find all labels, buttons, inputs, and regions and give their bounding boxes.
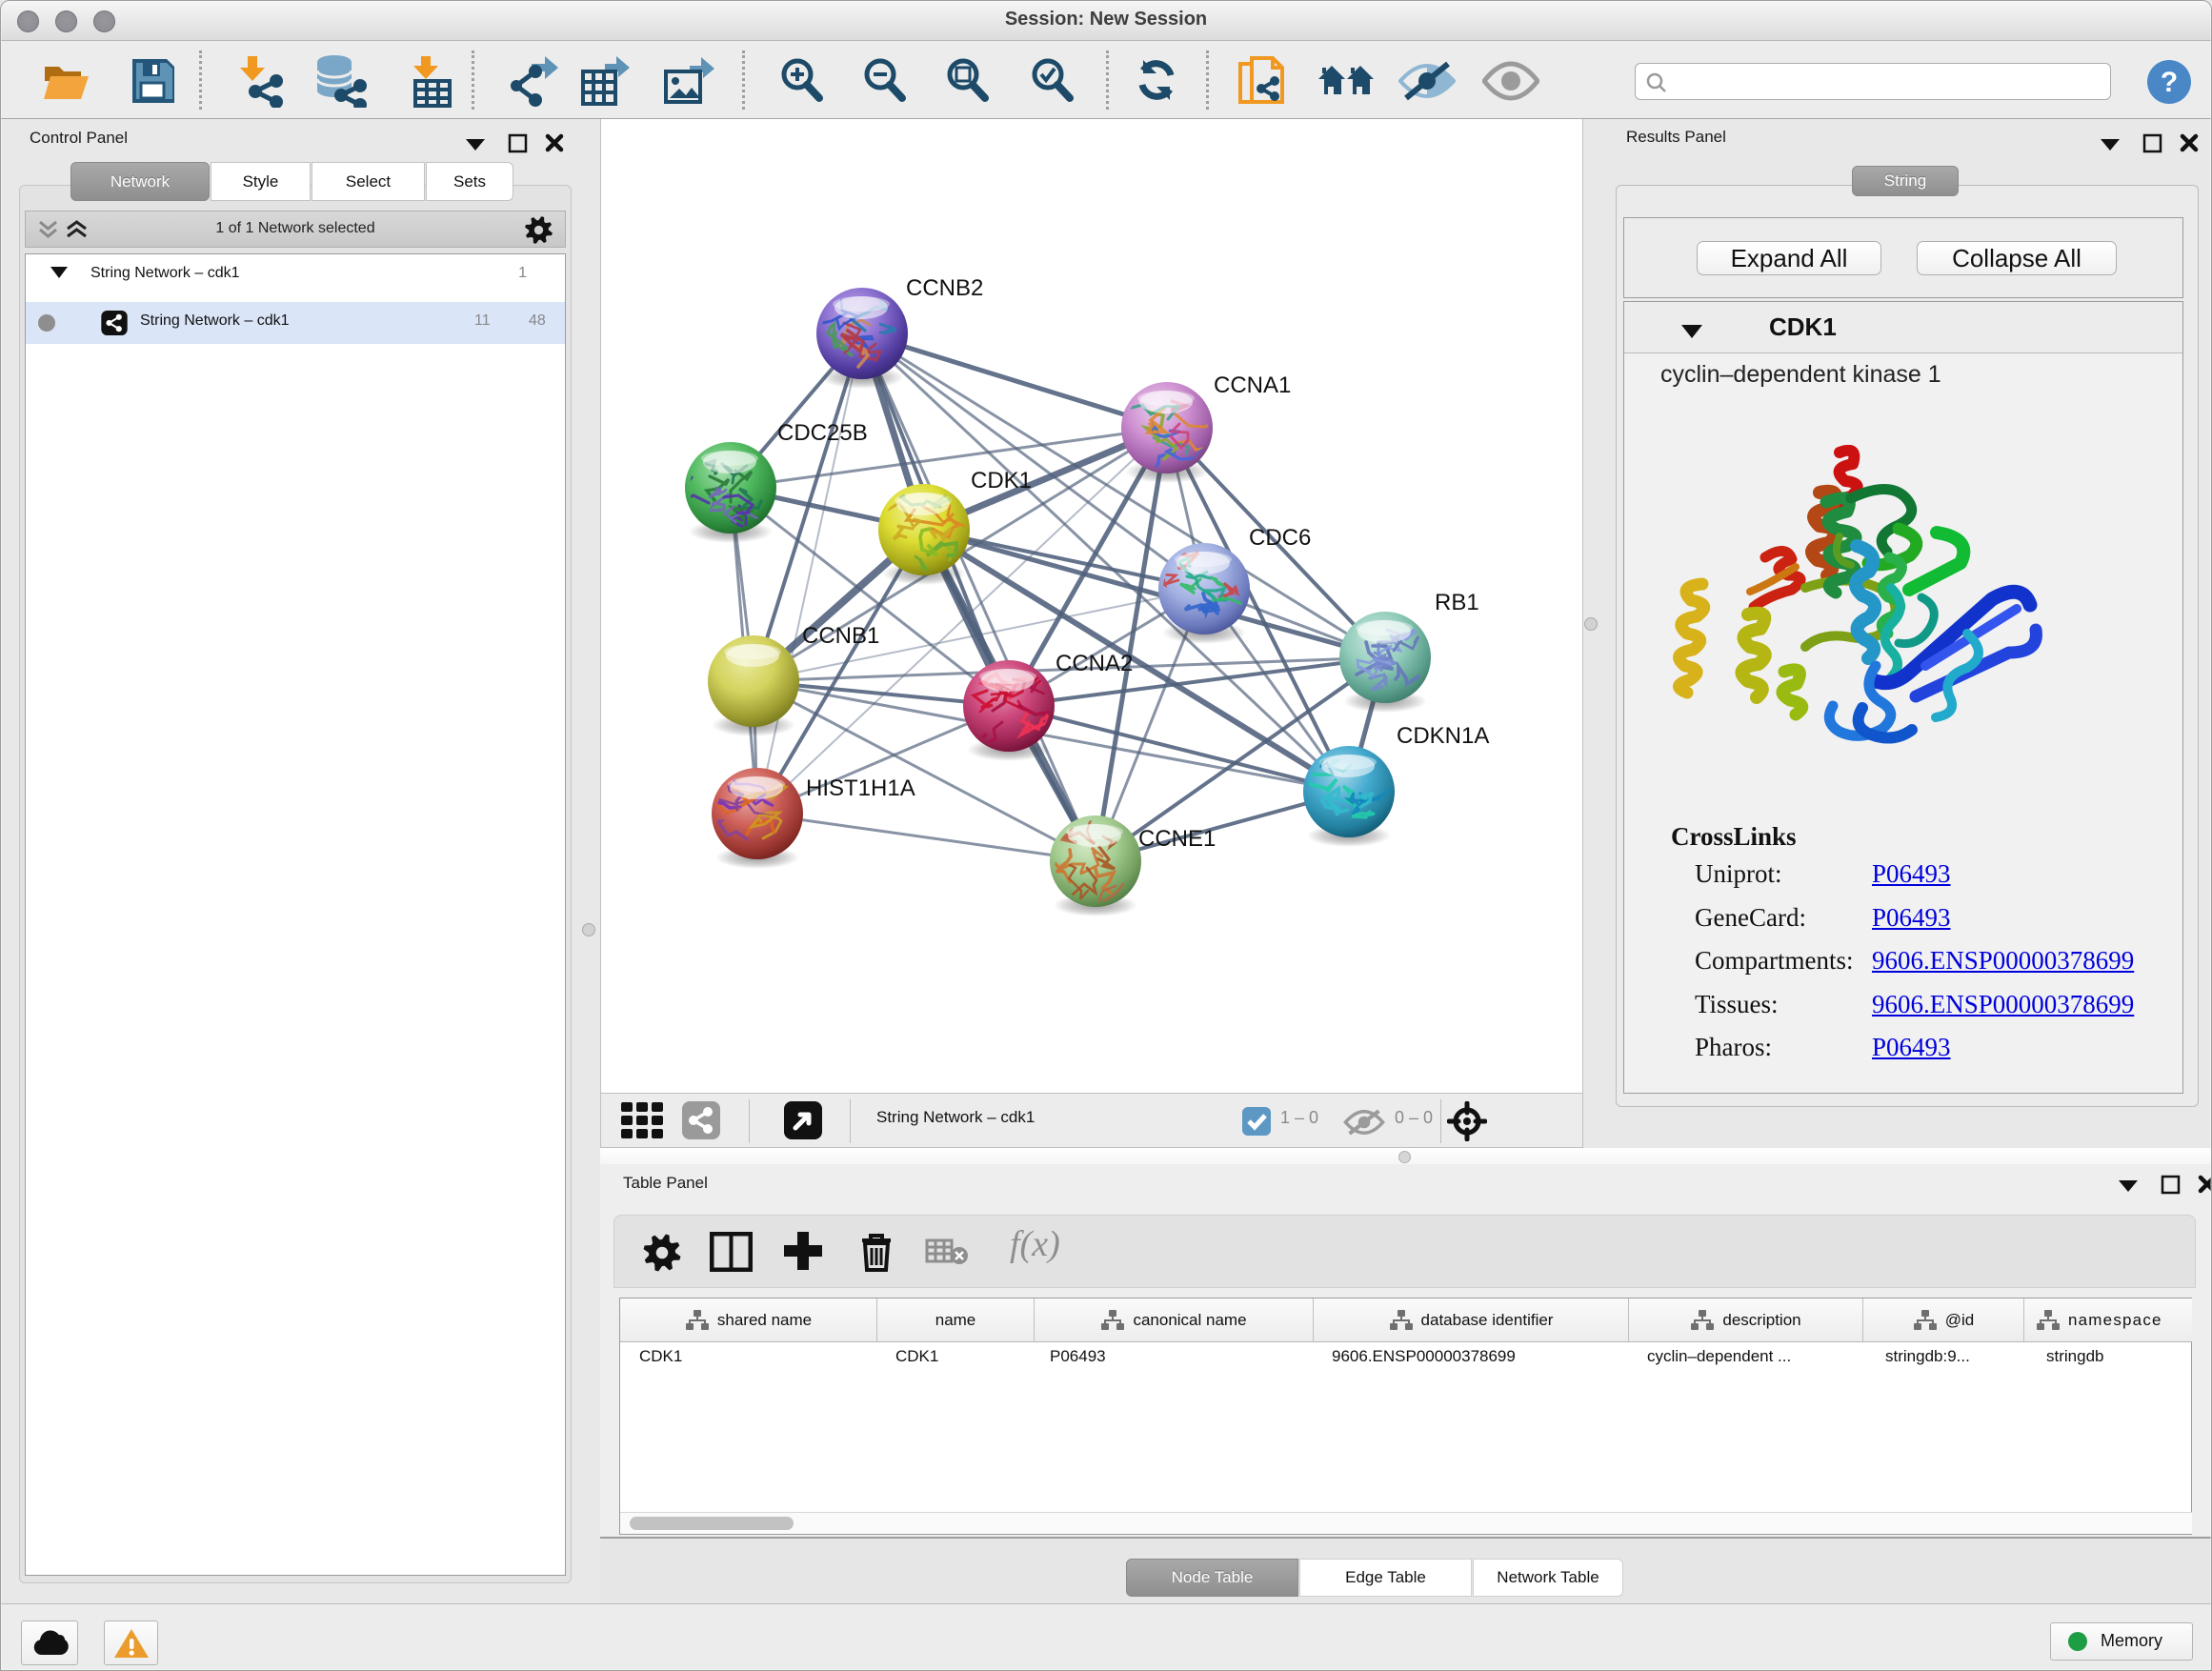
svg-text:CDC6: CDC6 [1249, 525, 1311, 551]
svg-text:RB1: RB1 [1435, 590, 1479, 615]
svg-text:CDC25B: CDC25B [777, 420, 868, 446]
svg-text:CCNA2: CCNA2 [1056, 651, 1133, 676]
svg-text:CCNB1: CCNB1 [802, 623, 879, 649]
svg-text:CCNE1: CCNE1 [1138, 826, 1216, 852]
svg-text:?: ? [2161, 67, 2178, 98]
svg-text:CDKN1A: CDKN1A [1397, 723, 1489, 749]
svg-text:CDK1: CDK1 [971, 468, 1032, 493]
svg-text:CCNB2: CCNB2 [906, 275, 983, 301]
svg-text:HIST1H1A: HIST1H1A [806, 775, 915, 801]
svg-text:CCNA1: CCNA1 [1214, 372, 1291, 398]
